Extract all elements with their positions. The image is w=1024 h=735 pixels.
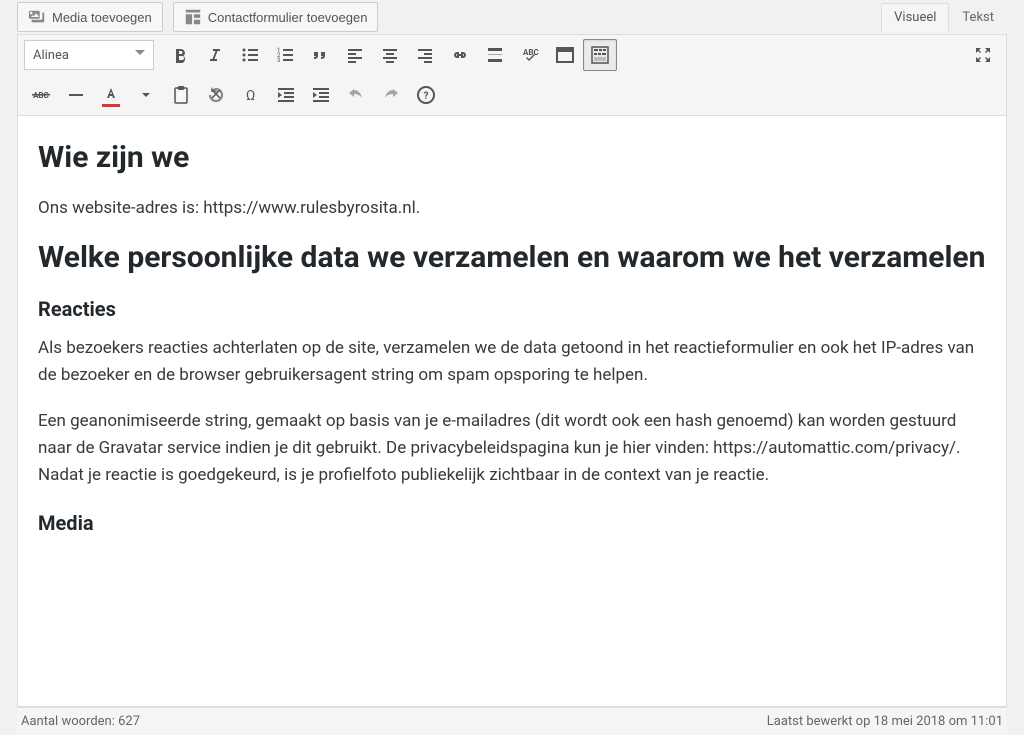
undo-button[interactable] [339,79,373,111]
hr-button[interactable] [59,79,93,111]
tab-visual[interactable]: Visueel [881,3,949,32]
indent-button[interactable] [304,79,338,111]
word-count: Aantal woorden: 627 [21,714,140,729]
align-right-button[interactable] [408,39,442,71]
spellcheck-button[interactable]: ABC [513,39,547,71]
clear-formatting-button[interactable] [199,79,233,111]
editor-tabs: Visueel Tekst [881,3,1007,32]
readmore-button[interactable] [478,39,512,71]
outdent-button[interactable] [269,79,303,111]
align-center-button[interactable] [373,39,407,71]
editor-toolbar: Alinea 123 ABC ABC T Ω ? [17,34,1007,115]
help-button[interactable]: ? [409,79,443,111]
paragraph-comments-2: Een geanonimiseerde string, gemaakt op b… [38,408,986,490]
paragraph-comments-1: Als bezoekers reacties achterlaten op de… [38,335,986,389]
svg-text:ABC: ABC [523,48,539,57]
form-icon [184,8,202,26]
paragraph-website-address: Ons website-adres is: https://www.rulesb… [38,195,986,222]
text-color-button[interactable] [94,79,128,111]
toolbar-row-1: Alinea 123 ABC [18,35,1006,75]
align-left-button[interactable] [338,39,372,71]
editor-content[interactable]: Wie zijn we Ons website-adres is: https:… [17,115,1007,707]
svg-text:3: 3 [277,57,280,64]
heading-media: Media [38,511,986,535]
status-bar: Aantal woorden: 627 Laatst bewerkt op 18… [17,707,1007,735]
paste-text-button[interactable]: T [164,79,198,111]
bold-button[interactable] [163,39,197,71]
tab-text[interactable]: Tekst [949,3,1007,32]
heading-data-collection: Welke persoonlijke data we verzamelen en… [38,240,986,275]
add-media-button[interactable]: Media toevoegen [17,2,163,32]
heading-comments: Reacties [38,297,986,321]
add-contactform-button[interactable]: Contactformulier toevoegen [173,2,379,32]
strikethrough-button[interactable]: ABC [24,79,58,111]
last-edited: Laatst bewerkt op 18 mei 2018 om 11:01 [767,714,1003,729]
media-icon [28,8,46,26]
toolbar-toggle-button[interactable] [583,39,617,71]
svg-text:?: ? [424,91,429,102]
numbered-list-button[interactable]: 123 [268,39,302,71]
special-char-button[interactable]: Ω [234,79,268,111]
blockquote-button[interactable] [303,39,337,71]
fullscreen-button[interactable] [966,39,1000,71]
link-button[interactable] [443,39,477,71]
top-bar: Media toevoegen Contactformulier toevoeg… [0,0,1024,34]
add-contactform-label: Contactformulier toevoegen [208,10,368,25]
chevron-down-icon[interactable] [129,79,163,111]
format-select[interactable]: Alinea [24,40,154,70]
svg-text:T: T [178,92,183,101]
italic-button[interactable] [198,39,232,71]
redo-button[interactable] [374,79,408,111]
svg-text:Ω: Ω [246,88,255,104]
heading-who-are-we: Wie zijn we [38,140,986,175]
toolbar-row-2: ABC T Ω ? [18,75,1006,115]
bullet-list-button[interactable] [233,39,267,71]
add-media-label: Media toevoegen [52,10,152,25]
fullscreen-editor-button[interactable] [548,39,582,71]
